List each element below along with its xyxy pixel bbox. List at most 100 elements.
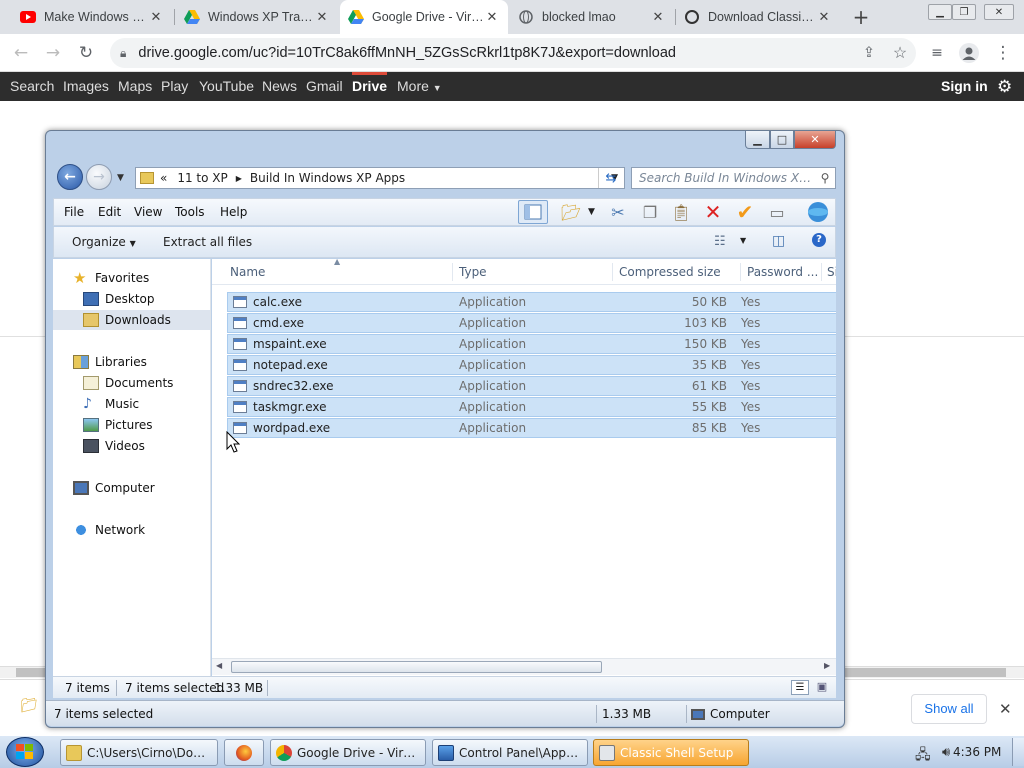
close-tab-icon[interactable]: ✕ — [148, 9, 164, 25]
chevron-right-icon[interactable]: ▶ — [236, 174, 242, 183]
address-bar[interactable]: 🔒︎ drive.google.com/uc?id=10TrC8ak6ffMnN… — [110, 38, 916, 68]
google-link-play[interactable]: Play — [161, 72, 188, 101]
window-close-button[interactable]: ✕ — [794, 131, 836, 149]
nav-libraries[interactable]: Libraries — [73, 352, 208, 372]
show-all-button[interactable]: Show all — [911, 694, 987, 724]
preview-pane-toggle-icon[interactable]: ◫ — [772, 233, 785, 249]
back-button[interactable]: ← — [10, 42, 32, 64]
taskbar-classic-shell[interactable]: Classic Shell Setup — [593, 739, 749, 766]
globe-icon[interactable] — [806, 200, 830, 224]
nav-downloads[interactable]: Downloads — [53, 310, 210, 330]
recent-pages-dropdown[interactable]: ▼ — [117, 173, 124, 183]
nav-network[interactable]: Network — [73, 520, 208, 540]
organize-button[interactable]: Organize ▼ — [72, 235, 136, 249]
google-link-maps[interactable]: Maps — [118, 72, 152, 101]
close-shelf-icon[interactable]: ✕ — [999, 700, 1012, 718]
tab-blocked[interactable]: blocked lmao ✕ — [510, 0, 674, 34]
google-link-gmail[interactable]: Gmail — [306, 72, 343, 101]
volume-icon[interactable]: 🔊︎ — [942, 745, 950, 760]
column-name[interactable]: Name — [230, 259, 265, 285]
tab-youtube[interactable]: Make Windows 11 ... ✕ — [12, 0, 172, 34]
menu-view[interactable]: View — [134, 199, 162, 225]
explorer-forward-button[interactable]: → — [86, 164, 112, 190]
help-icon[interactable]: ? — [812, 233, 826, 247]
check-icon[interactable]: ✔ — [733, 200, 757, 224]
column-size[interactable]: Si — [827, 259, 836, 285]
file-row[interactable]: calc.exe Application 50 KB Yes — [227, 292, 836, 312]
close-tab-icon[interactable]: ✕ — [314, 9, 330, 25]
clock[interactable]: 4:36 PM — [953, 745, 1001, 759]
maximize-button[interactable]: ❐ — [952, 4, 976, 20]
google-link-search[interactable]: Search — [10, 72, 54, 101]
breadcrumb-item[interactable]: 11 to XP — [177, 171, 227, 185]
close-window-button[interactable]: ✕ — [984, 4, 1014, 20]
close-tab-icon[interactable]: ✕ — [484, 9, 500, 25]
breadcrumb-overflow[interactable]: « — [160, 171, 167, 185]
scroll-right-icon[interactable]: ▶ — [824, 661, 830, 670]
taskbar-firefox[interactable] — [224, 739, 264, 766]
reload-button[interactable]: ↻ — [75, 42, 97, 64]
file-list-scrollbar[interactable]: ◀ ▶ — [212, 658, 836, 675]
file-row[interactable]: notepad.exe Application 35 KB Yes — [227, 355, 836, 375]
chevron-down-icon[interactable]: ▼ — [740, 236, 746, 245]
scroll-left-icon[interactable]: ◀ — [216, 661, 222, 670]
file-row[interactable]: wordpad.exe Application 85 KB Yes — [227, 418, 836, 438]
taskbar-explorer[interactable]: C:\Users\Cirno\Dow... — [60, 739, 218, 766]
chevron-down-icon[interactable]: ▼ — [588, 207, 595, 217]
menu-help[interactable]: Help — [220, 199, 247, 225]
menu-tools[interactable]: Tools — [175, 199, 205, 225]
view-options-icon[interactable]: ☷ — [714, 234, 726, 249]
nav-videos[interactable]: Videos — [83, 436, 208, 456]
close-tab-icon[interactable]: ✕ — [816, 9, 832, 25]
google-link-news[interactable]: News — [262, 72, 297, 101]
refresh-icon[interactable]: ⇆ — [598, 168, 623, 188]
nav-pictures[interactable]: Pictures — [83, 415, 208, 435]
new-tab-button[interactable]: + — [848, 5, 874, 29]
show-desktop-button[interactable] — [1012, 738, 1024, 766]
window-maximize-button[interactable]: □ — [770, 131, 794, 149]
window-minimize-button[interactable]: ▁ — [745, 131, 770, 149]
column-password[interactable]: Password ... — [747, 259, 818, 285]
nav-documents[interactable]: Documents — [83, 373, 208, 393]
file-row[interactable]: cmd.exe Application 103 KB Yes — [227, 313, 836, 333]
properties-icon[interactable]: ▭ — [765, 200, 789, 224]
folder-up-icon[interactable]: 📂︎ — [559, 200, 583, 224]
taskbar-control-panel[interactable]: Control Panel\Appea... — [432, 739, 588, 766]
google-link-more[interactable]: More ▼ — [397, 72, 442, 101]
file-row[interactable]: sndrec32.exe Application 61 KB Yes — [227, 376, 836, 396]
media-control-icon[interactable]: ≡ — [926, 42, 948, 64]
preview-pane-icon[interactable] — [518, 200, 548, 224]
nav-desktop[interactable]: Desktop — [83, 289, 208, 309]
scrollbar-thumb[interactable] — [231, 661, 602, 673]
nav-music[interactable]: ♪ Music — [83, 394, 208, 414]
paste-icon[interactable]: 📋︎ — [669, 200, 693, 224]
tab-drive-virus[interactable]: Google Drive - Viru... ✕ — [340, 0, 508, 34]
column-compressed-size[interactable]: Compressed size — [619, 259, 721, 285]
google-link-images[interactable]: Images — [63, 72, 109, 101]
extract-all-button[interactable]: Extract all files — [163, 235, 252, 249]
file-row[interactable]: mspaint.exe Application 150 KB Yes — [227, 334, 836, 354]
delete-icon[interactable]: ✕ — [701, 200, 725, 224]
address-breadcrumb[interactable]: « 11 to XP ▶ Build In Windows XP Apps ▼ — [135, 167, 625, 189]
file-row[interactable]: taskmgr.exe Application 55 KB Yes — [227, 397, 836, 417]
profile-avatar[interactable] — [958, 42, 980, 64]
explorer-back-button[interactable]: ← — [57, 164, 83, 190]
tab-drive-transform[interactable]: Windows XP Transf... ✕ — [176, 0, 338, 34]
menu-file[interactable]: File — [64, 199, 84, 225]
kebab-menu-icon[interactable]: ⋮ — [992, 42, 1014, 64]
tab-classic-shell[interactable]: Download Classic S... ✕ — [676, 0, 840, 34]
breadcrumb-item[interactable]: Build In Windows XP Apps — [250, 171, 405, 185]
taskbar-chrome[interactable]: Google Drive - Virus ... — [270, 739, 426, 766]
search-icon[interactable]: ⚲ — [815, 171, 835, 185]
forward-button[interactable]: → — [42, 42, 64, 64]
close-tab-icon[interactable]: ✕ — [650, 9, 666, 25]
gear-icon[interactable]: ⚙ — [997, 72, 1012, 101]
column-type[interactable]: Type — [459, 259, 487, 285]
google-link-drive[interactable]: Drive — [352, 72, 388, 101]
tiles-view-icon[interactable]: ▣ — [813, 680, 831, 695]
google-link-youtube[interactable]: YouTube — [199, 72, 254, 101]
share-icon[interactable]: ⇪ — [854, 45, 884, 61]
menu-edit[interactable]: Edit — [98, 199, 121, 225]
nav-computer[interactable]: Computer — [73, 478, 208, 498]
search-input[interactable]: Search Build In Windows XP A... ⚲ — [631, 167, 836, 189]
